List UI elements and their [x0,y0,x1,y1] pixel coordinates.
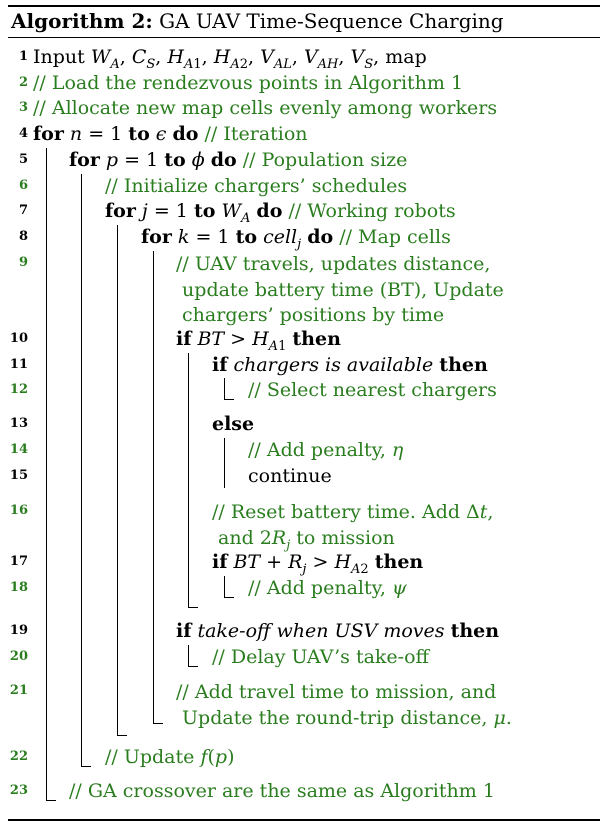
indent-guide [224,378,225,399]
algorithm-line-12: // Select nearest chargers [248,379,497,401]
indent-guide [153,251,154,723]
indent-guide [188,607,198,608]
line-number: 22 [9,749,28,764]
algorithm-line-21: // Add travel time to mission, and Updat… [176,681,512,729]
algorithm-line-10: if BT > HA1 then [176,328,341,354]
algorithm-line-16: // Reset battery time. Add Δt, and 2Rj t… [212,501,494,553]
indent-guide [224,597,234,598]
line-number: 11 [9,357,28,372]
algorithm-line-7: for j = 1 to WA do // Working robots [105,200,456,226]
algorithm-line-23: // GA crossover are the same as Algorith… [69,780,495,802]
algorithm-line-11: if chargers is available then [212,354,488,376]
algorithm-line-1: Input WA, CS, HA1, HA2, VAL, VAH, VS, ma… [33,46,427,72]
algorithm-line-4: for n = 1 to ϵ do // Iteration [33,123,308,145]
line-number: 4 [18,126,28,141]
algorithm-box: Algorithm 2: GA UAV Time-Sequence Chargi… [8,0,600,827]
line-number: 20 [9,649,28,664]
algorithm-line-18: // Add penalty, ψ [248,577,407,599]
line-number: 14 [9,442,28,457]
indent-guide [46,800,56,801]
caption-rule [8,37,600,38]
indent-guide [81,766,91,767]
line-number: 13 [9,416,28,431]
algorithm-line-9: // UAV travels, updates distance, update… [176,253,504,326]
algorithm-line-22: // Update f(p) [105,746,235,768]
line-number: 16 [9,503,28,518]
algorithm-line-20: // Delay UAV’s take-off [212,646,430,668]
algorithm-line-15: continue [248,465,332,487]
indent-guide [117,225,118,735]
indent-guide [188,645,189,666]
line-number: 9 [18,255,28,270]
line-number: 23 [9,783,28,798]
line-number: 12 [9,382,28,397]
algorithm-line-5: for p = 1 to ϕ do // Population size [69,149,408,171]
line-number: 10 [9,331,28,346]
algorithm-caption: Algorithm 2: GA UAV Time-Sequence Chargi… [11,9,504,33]
line-number: 1 [18,49,28,64]
line-number: 17 [9,554,28,569]
line-number: 5 [18,152,28,167]
top-rule [8,5,600,7]
indent-guide [81,174,82,766]
indent-guide [188,353,189,607]
indent-guide [188,666,198,667]
line-number: 18 [9,580,28,595]
indent-guide [224,576,225,597]
line-number: 19 [9,623,28,638]
line-number: 7 [18,203,28,218]
line-number: 2 [18,75,28,90]
indent-guide [153,723,163,724]
algorithm-line-13: else [212,413,255,435]
algorithm-line-17: if BT + Rj > HA2 then [212,551,424,577]
algorithm-line-2: // Load the rendezvous points in Algorit… [33,72,464,94]
algorithm-line-6: // Initialize chargers’ schedules [105,175,408,197]
caption-title: GA UAV Time-Sequence Charging [159,9,504,33]
algorithm-line-19: if take-off when USV moves then [176,620,500,642]
indent-guide [46,148,47,800]
line-number: 6 [18,178,28,193]
algorithm-line-3: // Allocate new map cells evenly among w… [33,97,498,119]
algorithm-line-8: for k = 1 to cellj do // Map cells [141,226,451,252]
line-number: 3 [18,100,28,115]
indent-guide [224,399,234,400]
line-number: 8 [18,229,28,244]
line-number: 15 [9,468,28,483]
bottom-rule [8,819,600,821]
caption-label: Algorithm 2: [11,9,153,33]
indent-guide [224,438,225,488]
indent-guide [117,735,127,736]
algorithm-line-14: // Add penalty, η [248,439,404,461]
line-number: 21 [9,683,28,698]
